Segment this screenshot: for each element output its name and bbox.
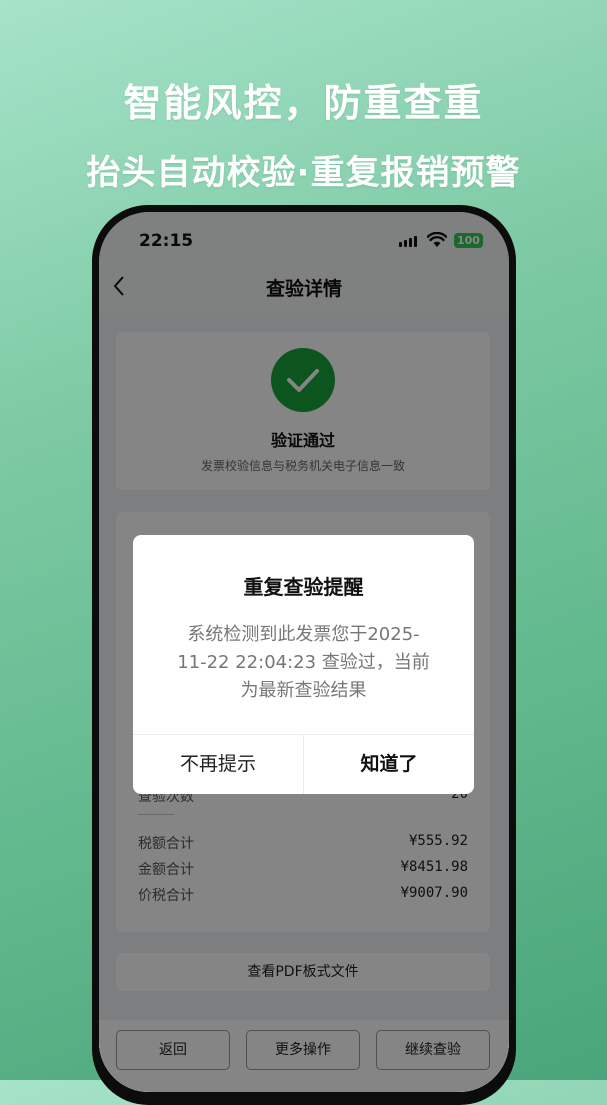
dialog-message: 系统检测到此发票您于2025-11-22 22:04:23 查验过，当前为最新查… <box>177 624 430 701</box>
dialog-title: 重复查验提醒 <box>243 575 364 599</box>
headline-title: 智能风控，防重查重 <box>123 81 484 125</box>
got-it-button[interactable]: 知道了 <box>304 734 474 794</box>
duplicate-check-dialog: 重复查验提醒 系统检测到此发票您于2025-11-22 22:04:23 查验过… <box>133 535 474 794</box>
dont-remind-button[interactable]: 不再提示 <box>133 734 303 794</box>
headline-subtitle: 抬头自动校验·重复报销预警 <box>86 153 521 193</box>
